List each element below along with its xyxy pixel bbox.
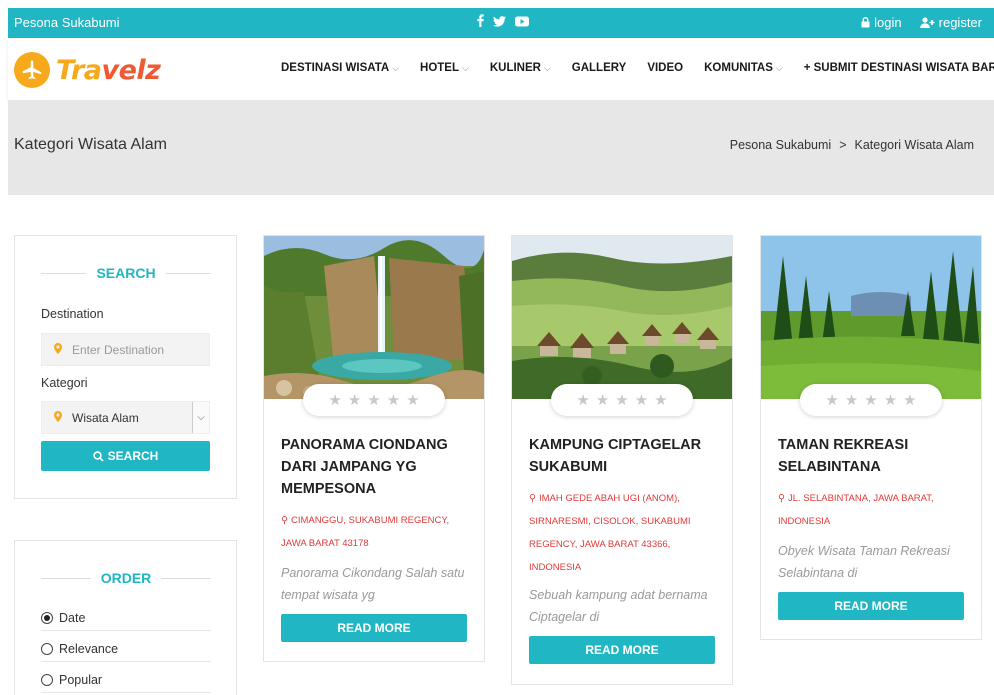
top-bar: Pesona Sukabumi login register <box>8 8 994 38</box>
search-widget: SEARCH Destination Enter Destination Kat… <box>14 235 237 499</box>
facebook-icon[interactable] <box>477 14 484 30</box>
village-photo[interactable] <box>512 236 732 399</box>
chevron-down-icon: ⌵ <box>392 62 400 73</box>
breadcrumb-home[interactable]: Pesona Sukabumi <box>730 138 831 152</box>
site-name[interactable]: Pesona Sukabumi <box>14 15 120 30</box>
read-more-button[interactable]: READ MORE <box>281 614 467 642</box>
search-widget-title: SEARCH <box>41 265 211 281</box>
login-label: login <box>874 15 902 30</box>
radio-checked-icon[interactable] <box>41 612 53 624</box>
logo[interactable]: Travelz <box>14 52 161 88</box>
chevron-down-icon: ⌵ <box>543 62 551 73</box>
chevron-down-icon: ⌵ <box>775 62 783 73</box>
destination-input[interactable]: Enter Destination <box>41 333 210 366</box>
map-pin-icon <box>54 342 62 357</box>
star-icon[interactable]: ★ <box>406 391 419 409</box>
star-icon[interactable]: ★ <box>615 391 628 409</box>
star-icon[interactable]: ★ <box>884 391 897 409</box>
card-title[interactable]: PANORAMA CIONDANG DARI JAMPANG YG MEMPES… <box>281 434 471 500</box>
card-location: ⚲ CIMANGGU, SUKABUMI REGENCY, JAWA BARAT … <box>281 515 450 549</box>
chevron-down-icon[interactable]: ⌵ <box>192 402 209 433</box>
nav-item-hotel[interactable]: HOTEL ⌵ <box>420 62 469 74</box>
nav-item-gallery[interactable]: GALLERY <box>572 62 627 74</box>
card-location: ⚲ JL. SELABINTANA, JAWA BARAT, INDONESIA <box>778 493 934 527</box>
nav-item-kuliner[interactable]: KULINER ⌵ <box>490 62 551 74</box>
star-icon[interactable]: ★ <box>864 391 877 409</box>
star-icon[interactable]: ★ <box>903 391 916 409</box>
star-icon[interactable]: ★ <box>348 391 361 409</box>
order-option-label: Relevance <box>59 642 119 656</box>
brand-name: Travelz <box>56 54 161 86</box>
destination-card: ★ ★ ★ ★ ★ KAMPUNG CIPTAGELAR SUKABUMI ⚲ IMAH … <box>511 235 733 685</box>
read-more-button[interactable]: READ MORE <box>778 592 964 620</box>
star-icon[interactable]: ★ <box>654 391 667 409</box>
card-excerpt: Panorama Cikondang Salah satu tempat wis… <box>281 566 465 602</box>
main-menu: DESTINASI WISATA ⌵ HOTEL ⌵ KULINER ⌵ GALLER… <box>281 62 994 74</box>
star-icon[interactable]: ★ <box>845 391 858 409</box>
page-header: Kategori Wisata Alam Pesona Sukabumi > Kat… <box>8 100 994 195</box>
order-option-relevance[interactable]: Relevance <box>41 637 211 662</box>
nav-item-submit-destinasi[interactable]: + SUBMIT DESTINASI WISATA BARU <box>804 62 994 74</box>
rating-stars: ★ ★ ★ ★ ★ <box>800 384 942 416</box>
register-link[interactable]: register <box>919 15 982 30</box>
card-title[interactable]: KAMPUNG CIPTAGELAR SUKABUMI <box>529 434 719 478</box>
read-more-button[interactable]: READ MORE <box>529 636 715 664</box>
order-option-popular[interactable]: Popular <box>41 668 211 693</box>
breadcrumb-separator: > <box>839 138 847 152</box>
star-icon[interactable]: ★ <box>596 391 609 409</box>
destination-card: ★ ★ ★ ★ ★ PANORAMA CIONDANG DARI JAMPANG YG … <box>263 235 485 662</box>
order-option-label: Popular <box>59 673 103 687</box>
waterfall-photo[interactable] <box>264 236 484 399</box>
breadcrumb-current: Kategori Wisata Alam <box>854 138 975 152</box>
page-title: Kategori Wisata Alam <box>14 136 167 153</box>
kategori-selected-value: Wisata Alam <box>72 410 139 425</box>
destination-label: Destination <box>41 307 104 321</box>
main-navbar: Travelz DESTINASI WISATA ⌵ HOTEL ⌵ KULINER… <box>8 38 994 100</box>
star-icon[interactable]: ★ <box>367 391 380 409</box>
map-pin-icon: ⚲ <box>529 493 536 504</box>
breadcrumb: Pesona Sukabumi > Kategori Wisata Alam <box>730 138 974 152</box>
card-excerpt: Sebuah kampung adat bernama Ciptagelar d… <box>529 588 708 624</box>
card-excerpt: Obyek Wisata Taman Rekreasi Selabintana … <box>778 544 950 580</box>
social-links <box>477 14 529 30</box>
order-widget: ORDER Date Relevance Popular <box>14 540 237 695</box>
map-pin-icon: ⚲ <box>778 493 785 504</box>
radio-unchecked-icon[interactable] <box>41 674 53 686</box>
card-location: ⚲ IMAH GEDE ABAH UGI (ANOM), SIRNARESMI, … <box>529 493 691 573</box>
nav-item-komunitas[interactable]: KOMUNITAS ⌵ <box>704 62 783 74</box>
airplane-icon <box>14 52 50 88</box>
lock-icon <box>861 17 870 28</box>
twitter-icon[interactable] <box>493 15 506 30</box>
nav-item-destinasi-wisata[interactable]: DESTINASI WISATA ⌵ <box>281 62 399 74</box>
star-icon[interactable]: ★ <box>635 391 648 409</box>
card-title[interactable]: TAMAN REKREASI SELABINTANA <box>778 434 968 478</box>
kategori-label: Kategori <box>41 376 88 390</box>
search-icon <box>92 450 104 462</box>
kategori-select[interactable]: Wisata Alam ⌵ <box>41 401 210 434</box>
order-widget-title: ORDER <box>41 570 211 586</box>
user-plus-icon <box>919 17 935 28</box>
login-link[interactable]: login <box>861 15 902 30</box>
order-option-date[interactable]: Date <box>41 606 211 631</box>
nav-item-video[interactable]: VIDEO <box>647 62 683 74</box>
order-option-label: Date <box>59 611 86 625</box>
map-pin-icon <box>54 410 62 425</box>
chevron-down-icon: ⌵ <box>462 62 469 73</box>
star-icon[interactable]: ★ <box>387 391 400 409</box>
destination-card: ★ ★ ★ ★ ★ TAMAN REKREASI SELABINTANA ⚲ JL. SE… <box>760 235 982 640</box>
park-photo[interactable] <box>761 236 981 399</box>
map-pin-icon: ⚲ <box>281 515 288 526</box>
rating-stars: ★ ★ ★ ★ ★ <box>303 384 445 416</box>
rating-stars: ★ ★ ★ ★ ★ <box>551 384 693 416</box>
search-button[interactable]: SEARCH <box>41 441 210 471</box>
star-icon[interactable]: ★ <box>576 391 589 409</box>
star-icon[interactable]: ★ <box>328 391 341 409</box>
auth-links: login register <box>861 15 982 30</box>
star-icon[interactable]: ★ <box>825 391 838 409</box>
destination-placeholder: Enter Destination <box>72 342 165 357</box>
register-label: register <box>938 15 982 30</box>
search-button-label: SEARCH <box>107 449 159 463</box>
radio-unchecked-icon[interactable] <box>41 643 53 655</box>
youtube-icon[interactable] <box>515 15 529 30</box>
